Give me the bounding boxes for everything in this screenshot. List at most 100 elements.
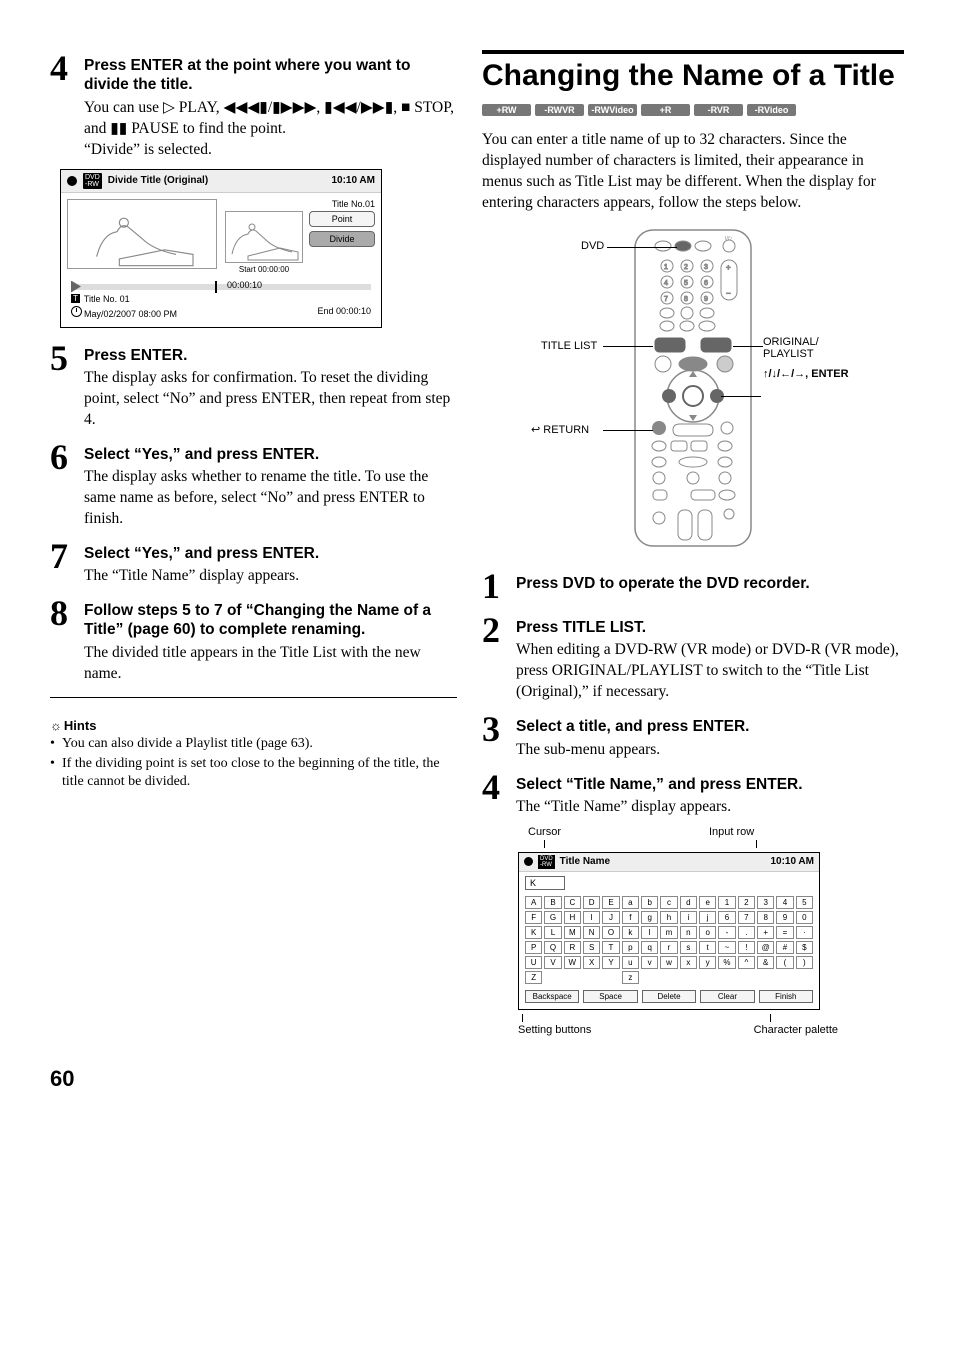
char-cell[interactable]: o — [699, 926, 716, 939]
char-cell[interactable]: m — [660, 926, 677, 939]
char-cell[interactable]: O — [602, 926, 619, 939]
char-cell[interactable]: 2 — [738, 896, 755, 909]
char-cell[interactable]: 9 — [776, 911, 793, 924]
char-cell[interactable]: F — [525, 911, 542, 924]
char-cell[interactable]: S — [583, 941, 600, 954]
char-cell[interactable]: g — [641, 911, 658, 924]
char-cell[interactable]: z — [622, 971, 639, 984]
space-button[interactable]: Space — [583, 990, 637, 1003]
char-cell[interactable]: V — [544, 956, 561, 969]
char-cell[interactable]: 4 — [776, 896, 793, 909]
char-cell[interactable]: & — [757, 956, 774, 969]
char-cell — [699, 971, 716, 982]
char-cell[interactable]: ) — [796, 956, 813, 969]
timeline-time: 00:00:10 — [227, 280, 371, 290]
char-cell[interactable]: p — [622, 941, 639, 954]
char-cell[interactable]: J — [602, 911, 619, 924]
char-cell[interactable]: $ — [796, 941, 813, 954]
char-cell[interactable]: 6 — [718, 911, 735, 924]
finish-button[interactable]: Finish — [759, 990, 813, 1003]
char-cell[interactable]: C — [564, 896, 581, 909]
char-cell[interactable]: j — [699, 911, 716, 924]
char-cell — [796, 971, 813, 982]
char-cell[interactable]: x — [680, 956, 697, 969]
label-setting-buttons: Setting buttons — [518, 1024, 591, 1036]
char-cell[interactable]: % — [718, 956, 735, 969]
title-input-value[interactable]: K — [525, 876, 565, 890]
char-cell[interactable]: y — [699, 956, 716, 969]
char-cell[interactable]: E — [602, 896, 619, 909]
char-cell[interactable]: 0 — [796, 911, 813, 924]
char-cell[interactable]: M — [564, 926, 581, 939]
char-cell[interactable]: c — [660, 896, 677, 909]
char-cell[interactable]: 7 — [738, 911, 755, 924]
char-cell[interactable]: Y — [602, 956, 619, 969]
clear-button[interactable]: Clear — [700, 990, 754, 1003]
char-cell[interactable]: K — [525, 926, 542, 939]
char-cell[interactable]: W — [564, 956, 581, 969]
char-cell[interactable]: e — [699, 896, 716, 909]
char-cell[interactable]: d — [680, 896, 697, 909]
char-cell[interactable]: w — [660, 956, 677, 969]
char-cell[interactable]: P — [525, 941, 542, 954]
delete-button[interactable]: Delete — [642, 990, 696, 1003]
char-cell[interactable]: 8 — [757, 911, 774, 924]
char-cell[interactable]: ! — [738, 941, 755, 954]
char-cell[interactable]: H — [564, 911, 581, 924]
char-cell[interactable]: 5 — [796, 896, 813, 909]
char-cell[interactable]: T — [602, 941, 619, 954]
char-cell[interactable]: @ — [757, 941, 774, 954]
char-cell[interactable]: t — [699, 941, 716, 954]
char-cell[interactable]: G — [544, 911, 561, 924]
char-cell[interactable]: q — [641, 941, 658, 954]
divide-button[interactable]: Divide — [309, 231, 375, 247]
thumbnail-small — [225, 211, 303, 263]
char-cell[interactable]: L — [544, 926, 561, 939]
char-cell[interactable]: u — [622, 956, 639, 969]
char-cell[interactable]: v — [641, 956, 658, 969]
character-grid[interactable]: ABCDEabcde12345 FGHIJfghij67890 KLMNOklmno… — [519, 894, 819, 986]
svg-text:6: 6 — [704, 280, 708, 287]
char-cell[interactable]: k — [622, 926, 639, 939]
char-cell[interactable]: 3 — [757, 896, 774, 909]
char-cell[interactable]: f — [622, 911, 639, 924]
char-cell[interactable]: U — [525, 956, 542, 969]
screen-title: Divide Title (Original) — [108, 175, 326, 186]
char-cell[interactable]: I — [583, 911, 600, 924]
hint-item: You can also divide a Playlist title (pa… — [62, 735, 457, 753]
backspace-button[interactable]: Backspace — [525, 990, 579, 1003]
char-cell[interactable]: Q — [544, 941, 561, 954]
thumbnail-large — [67, 199, 217, 269]
clock-icon — [71, 306, 82, 317]
char-cell[interactable]: Z — [525, 971, 542, 984]
char-cell[interactable]: s — [680, 941, 697, 954]
point-button[interactable]: Point — [309, 211, 375, 227]
char-cell[interactable]: B — [544, 896, 561, 909]
char-cell[interactable]: N — [583, 926, 600, 939]
screen-time: 10:10 AM — [770, 856, 814, 867]
char-cell[interactable]: . — [738, 926, 755, 939]
char-cell[interactable]: - — [718, 926, 735, 939]
char-cell[interactable]: X — [583, 956, 600, 969]
badge-minus-rw-vr: -RWVR — [535, 104, 584, 116]
char-cell[interactable]: = — [776, 926, 793, 939]
char-cell[interactable]: R — [564, 941, 581, 954]
char-cell[interactable]: h — [660, 911, 677, 924]
end-time-label: End 00:00:10 — [317, 306, 371, 319]
char-cell[interactable]: + — [757, 926, 774, 939]
char-cell[interactable]: ( — [776, 956, 793, 969]
step-number: 3 — [482, 711, 516, 760]
char-cell[interactable]: · — [796, 926, 813, 939]
char-cell[interactable]: r — [660, 941, 677, 954]
char-cell[interactable]: n — [680, 926, 697, 939]
char-cell[interactable]: a — [622, 896, 639, 909]
char-cell[interactable]: i — [680, 911, 697, 924]
char-cell[interactable]: b — [641, 896, 658, 909]
char-cell[interactable]: ^ — [738, 956, 755, 969]
char-cell[interactable]: ~ — [718, 941, 735, 954]
char-cell[interactable]: 1 — [718, 896, 735, 909]
char-cell[interactable]: D — [583, 896, 600, 909]
char-cell[interactable]: # — [776, 941, 793, 954]
char-cell[interactable]: l — [641, 926, 658, 939]
char-cell[interactable]: A — [525, 896, 542, 909]
